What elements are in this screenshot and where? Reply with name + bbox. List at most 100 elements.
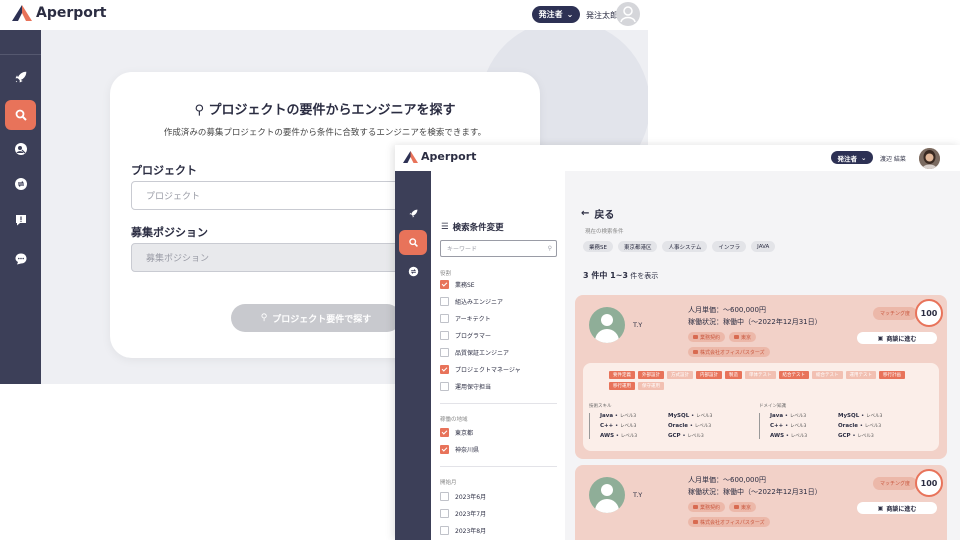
user-search-icon: [14, 143, 27, 155]
sidebar-item-rocket[interactable]: [5, 62, 36, 92]
talk-button-label: 商談に進む: [886, 505, 917, 513]
user-icon: [620, 6, 636, 23]
sidebar-item-exchange[interactable]: [399, 259, 427, 284]
month-checkbox-row[interactable]: 2023年8月: [440, 526, 486, 535]
engineer-card[interactable]: T.Y 人月単価：～600,000円 稼働状況：稼働中（～2022年12月31日…: [575, 295, 947, 459]
checkbox-checked[interactable]: [440, 280, 449, 289]
area-checkbox-row[interactable]: 神奈川県: [440, 445, 479, 454]
result-count: 3 件中 1~3 件を表示: [583, 270, 658, 281]
sidebar-item-search[interactable]: [399, 230, 427, 255]
role-checkbox-row[interactable]: 運用保守担当: [440, 382, 491, 391]
skill-level-text: レベル3: [857, 434, 874, 439]
handshake-icon: ▣: [877, 504, 884, 512]
role-checkbox-row[interactable]: 業務SE: [440, 280, 475, 289]
location-pin-icon: [734, 505, 740, 509]
person-search-icon: ⚲: [547, 245, 552, 252]
chat-icon: [15, 253, 26, 265]
filter-divider: [440, 466, 557, 467]
avatar[interactable]: [919, 148, 940, 169]
month-checkbox-row[interactable]: 2023年6月: [440, 492, 486, 501]
role-dropdown[interactable]: 発注者 ⌄: [831, 151, 873, 164]
person-search-icon: ⚲: [194, 103, 209, 118]
sidebar-item-alert[interactable]: [5, 205, 36, 235]
count-prefix: 3 件中: [583, 271, 611, 280]
skill-tag: 保守運用: [638, 382, 664, 390]
briefcase-icon: [693, 505, 698, 509]
checkbox[interactable]: [440, 331, 449, 340]
location-pin-icon: [734, 335, 740, 339]
project-input[interactable]: プロジェクト: [131, 181, 431, 210]
checkbox[interactable]: [440, 492, 449, 501]
skill-level-text: レベル3: [687, 434, 704, 439]
position-placeholder: 募集ポジション: [146, 254, 210, 264]
chevron-down-icon: ⌄: [566, 10, 574, 19]
checkbox[interactable]: [440, 509, 449, 518]
checkbox-checked[interactable]: [440, 365, 449, 374]
role-checkbox-row[interactable]: 品質保証エンジニア: [440, 348, 509, 357]
month-checkbox-row[interactable]: 2023年7月: [440, 509, 486, 518]
skill-name: MySQL: [668, 413, 690, 419]
condition-chip: 業務SE: [583, 241, 613, 252]
sidebar-item-rocket[interactable]: [399, 201, 427, 226]
handshake-icon: ▣: [877, 334, 884, 342]
person-search-icon: ⚲: [260, 313, 268, 323]
skill-tag: 方式設計: [667, 371, 693, 379]
checkbox[interactable]: [440, 314, 449, 323]
role-checkbox-row[interactable]: アーキテクト: [440, 314, 491, 323]
proceed-to-negotiation-button[interactable]: ▣ 商談に進む: [857, 332, 937, 344]
logo-icon: [403, 150, 418, 163]
skill-panel: 要件定義 外部設計 方式設計 内部設計 製造 単体テスト 結合テスト 総合テスト…: [583, 363, 939, 451]
checkbox-label: 2023年8月: [455, 528, 487, 535]
count-suffix: 件を表示: [627, 272, 659, 280]
checkbox-checked[interactable]: [440, 445, 449, 454]
checkbox[interactable]: [440, 526, 449, 535]
exchange-icon: [14, 178, 27, 190]
skill-level-text: レベル3: [865, 414, 883, 419]
skill-level-text: レベル3: [790, 434, 808, 439]
checkbox[interactable]: [440, 348, 449, 357]
brand-logo[interactable]: Aperport: [403, 150, 476, 163]
skill-level: Java • レベル3: [600, 413, 637, 419]
project-search-button[interactable]: ⚲ プロジェクト要件で探す: [231, 304, 401, 332]
engineer-tags: 業務契約 東京: [688, 332, 757, 342]
checkbox[interactable]: [440, 297, 449, 306]
page-title: ⚲ プロジェクトの要件からエンジニアを探す: [110, 99, 540, 118]
role-checkbox-row[interactable]: 組込みエンジニア: [440, 297, 503, 306]
message-alert-icon: [15, 215, 26, 226]
match-score: 100: [915, 469, 943, 497]
brand-logo[interactable]: Aperport: [12, 5, 107, 21]
engineer-card[interactable]: T.Y 人月単価：～600,000円 稼働状況：稼働中（～2022年12月31日…: [575, 465, 947, 540]
condition-chip: 人事システム: [662, 241, 708, 252]
role-checkbox-row[interactable]: プログラマー: [440, 331, 491, 340]
page-subtitle: 作成済みの募集プロジェクトの要件から条件に合致するエンジニアを検索できます。: [163, 128, 487, 138]
match-badge: マッチング度: [873, 307, 917, 320]
checkbox-label: 業務SE: [455, 282, 475, 289]
keyword-input[interactable]: キーワード ⚲: [440, 240, 557, 257]
role-dropdown[interactable]: 発注者 ⌄: [532, 6, 580, 23]
tech-skill-levels: Java • レベル3 MySQL • レベル3 C++ • レベル3 Orac…: [589, 413, 736, 439]
checkbox-checked[interactable]: [440, 428, 449, 437]
sidebar-item-user-search[interactable]: [5, 134, 36, 164]
role-checkbox-row[interactable]: プロジェクトマネージャ: [440, 365, 521, 374]
engineer-status: 稼働状況：稼働中（～2022年12月31日）: [688, 318, 822, 326]
area-checkbox-row[interactable]: 東京都: [440, 428, 473, 437]
sidebar-item-exchange[interactable]: [5, 169, 36, 199]
skill-tag: 運用テスト: [845, 371, 876, 379]
checkbox-label: プログラマー: [455, 333, 492, 340]
checkbox-label: 東京都: [455, 430, 474, 437]
position-select[interactable]: 募集ポジション: [131, 243, 431, 272]
chevron-down-icon: ⌄: [861, 153, 867, 162]
sidebar-item-search[interactable]: [5, 100, 36, 130]
contract-tag-label: 業務契約: [700, 504, 721, 511]
back-button[interactable]: ← 戻る: [581, 206, 614, 221]
proceed-to-negotiation-button[interactable]: ▣ 商談に進む: [857, 502, 937, 514]
skill-level-text: レベル3: [620, 434, 638, 439]
condition-chip: JAVA: [751, 241, 776, 252]
skill-level: AWS • レベル3: [770, 433, 808, 439]
skill-name: Oracle: [838, 423, 858, 429]
sidebar: [395, 171, 431, 540]
avatar[interactable]: [616, 2, 640, 26]
skill-level-text: レベル3: [694, 424, 712, 429]
checkbox[interactable]: [440, 382, 449, 391]
sidebar-item-chat[interactable]: [5, 244, 36, 274]
